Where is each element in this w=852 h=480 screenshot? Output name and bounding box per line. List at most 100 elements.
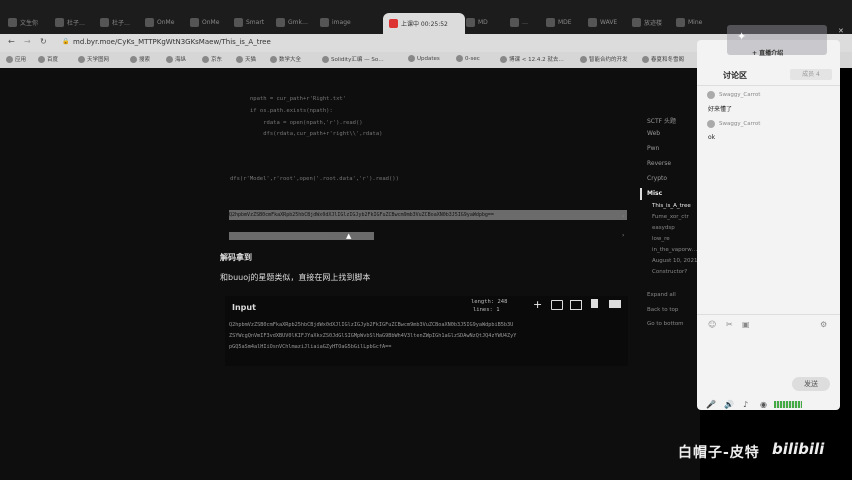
tab-5[interactable]: OnMe [190, 12, 228, 32]
tab-1[interactable]: 文生你 [8, 12, 46, 32]
live-intro-button[interactable]: + 直播介绍 [752, 48, 783, 57]
tab-12[interactable]: MDE [546, 12, 582, 32]
tab-7[interactable]: Gmk… [276, 12, 314, 32]
code-line: if os.path.exists(npath): [250, 108, 333, 114]
scissors-icon[interactable]: ✂ [726, 320, 733, 329]
bookmark-favicon-icon [642, 55, 649, 63]
bookmark-item[interactable]: Updates [408, 55, 440, 62]
tab-6[interactable]: Smart [234, 12, 270, 32]
bookmark-item[interactable]: 春夏和冬雪阁 [642, 55, 684, 63]
tab-3[interactable]: 杜子… [100, 12, 138, 32]
lines-stat: lines: 1 [473, 307, 500, 313]
tab-2[interactable]: 杜子… [55, 12, 93, 32]
tab-10[interactable]: MD [466, 12, 504, 32]
tab-favicon-icon [8, 17, 17, 27]
emoji-icon[interactable]: ☺ [708, 320, 716, 329]
toc-item[interactable]: Crypto [647, 175, 667, 182]
tab-favicon-icon [546, 17, 555, 27]
bookmark-item[interactable]: 天学图网 [78, 55, 109, 63]
layout-icon[interactable] [609, 300, 621, 308]
bookmark-item[interactable]: 数学大全 [270, 55, 301, 63]
bookmark-item[interactable]: 海纵 [166, 55, 186, 63]
image-icon[interactable]: ▣ [742, 320, 750, 329]
tab-favicon-icon [100, 17, 109, 27]
back-icon[interactable]: ← [8, 37, 15, 46]
expand-all-link[interactable]: Expand all [647, 292, 676, 298]
toc-sub-item[interactable]: Constructor? [652, 269, 687, 275]
reload-icon[interactable]: ↻ [40, 37, 47, 46]
bookmark-item[interactable]: Solidity汇编 — So… [322, 55, 384, 63]
tab-live-class[interactable]: 上课中 00:25:52 [383, 13, 465, 34]
tab-11[interactable]: … [510, 12, 540, 32]
tab-8[interactable]: image [320, 12, 360, 32]
avatar [707, 91, 715, 99]
tab-14[interactable]: 放迹楼 [632, 12, 670, 32]
bookmark-favicon-icon [166, 55, 173, 63]
code-line: npath = cur_path+r'Right.txt' [250, 96, 347, 102]
toc-sub-item[interactable]: This_is_A_tree [652, 203, 691, 209]
bookmark-favicon-icon [322, 55, 329, 63]
speaker-icon[interactable]: 🔊 [724, 400, 734, 409]
input-text-line[interactable]: Q2hpbmVzZSB0cmFkaXRpb25hbCBjdWx0dXJlIGlz… [229, 322, 627, 328]
bookmark-item[interactable]: 京东 [202, 55, 222, 63]
import-icon[interactable] [570, 300, 582, 310]
back-to-top-link[interactable]: Back to top [647, 307, 678, 313]
bookmark-item[interactable]: 智能合约的开发 [580, 55, 628, 63]
toc-sub-item[interactable]: in_the_vaporw… [652, 247, 697, 253]
bookmark-item[interactable]: 百度 [38, 55, 58, 63]
avatar [707, 120, 715, 128]
tab-13[interactable]: WAVE [588, 12, 626, 32]
forward-icon[interactable]: → [24, 37, 31, 46]
tab-15[interactable]: Mine [676, 12, 712, 32]
send-button[interactable]: 发送 [792, 377, 830, 391]
bookmark-item[interactable]: 应用 [6, 55, 26, 63]
music-icon[interactable]: ♪ [743, 400, 748, 409]
section-heading: 解码拿到 [220, 253, 252, 262]
toc-item-active[interactable]: Misc [647, 190, 662, 197]
toc-sub-item[interactable]: August 10, 2021 [652, 258, 698, 264]
selected-code-line[interactable]: Q2hpbmVzZSB0cmFkaXRpb25hbCBjdWx0dXJlIGlz… [229, 210, 627, 220]
toc-item[interactable]: Reverse [647, 160, 671, 167]
members-tab[interactable]: 成员 4 [790, 69, 832, 80]
toc-sub-item[interactable]: Fume_xor_ctr [652, 214, 689, 220]
toc-sub-item[interactable]: low_re [652, 236, 670, 242]
record-icon[interactable]: ◉ [760, 400, 767, 409]
tab-favicon-icon [676, 17, 685, 27]
bookmark-item[interactable]: 0-sec [456, 55, 480, 62]
tab-4[interactable]: OnMe [145, 12, 183, 32]
chat-username: Swaggy_Carrot [719, 121, 761, 127]
tab-favicon-icon [276, 17, 285, 27]
tab-favicon-icon [234, 17, 243, 27]
chat-message: ok [708, 134, 716, 141]
close-icon[interactable]: ✕ [838, 27, 844, 35]
scroll-right-icon[interactable]: › [622, 232, 624, 239]
chat-title[interactable]: 讨论区 [723, 70, 747, 81]
settings-icon[interactable]: ⚙ [820, 320, 827, 329]
bookmark-item[interactable]: 搜索 [130, 55, 150, 63]
bookmark-favicon-icon [456, 55, 463, 62]
scroll-right-icon[interactable]: › [622, 213, 624, 220]
overlay-logo-icon: ✦ [737, 30, 747, 43]
input-text-line[interactable]: pGQ5aSm4alHIiOsnVChlmaziJliaiaGZyHTOaG5b… [229, 344, 627, 350]
tab-favicon-icon [632, 17, 641, 27]
toc-item[interactable]: SCTF 头题 [647, 116, 676, 125]
delete-icon[interactable] [591, 299, 598, 308]
toc-item[interactable]: Web [647, 130, 660, 137]
input-text-line[interactable]: ZSYWcgQnVmIF3vdXBUV0lKIFJYaXkxZS0JdGlSIG… [229, 333, 627, 339]
toc-sub-item[interactable]: easydsp [652, 225, 675, 231]
bookmark-item[interactable]: 博课 < 12.4.2 就去… [500, 55, 564, 63]
microphone-icon[interactable]: 🎤 [706, 400, 716, 409]
bookmark-favicon-icon [78, 55, 85, 63]
bookmark-favicon-icon [130, 55, 137, 63]
go-to-bottom-link[interactable]: Go to bottom [647, 321, 684, 327]
url-field[interactable]: md.byr.moe/CyKs_MTTPKgWtN3GKsMaew/This_i… [73, 38, 271, 46]
input-panel-title: Input [232, 303, 256, 312]
bookmark-item[interactable]: 天猫 [236, 55, 256, 63]
chat-message: 好来懂了 [708, 106, 733, 113]
toc-item[interactable]: Pwn [647, 145, 659, 152]
lock-icon: 🔒 [62, 38, 70, 45]
selected-code-line-2[interactable]: ZZZZZZZZZZZZZZZZZZZZZZZZZZZZZZZZZZZZZZZZ… [229, 232, 374, 240]
bookmark-favicon-icon [408, 55, 415, 62]
add-icon[interactable]: + [533, 298, 542, 311]
folder-icon[interactable] [551, 300, 563, 310]
